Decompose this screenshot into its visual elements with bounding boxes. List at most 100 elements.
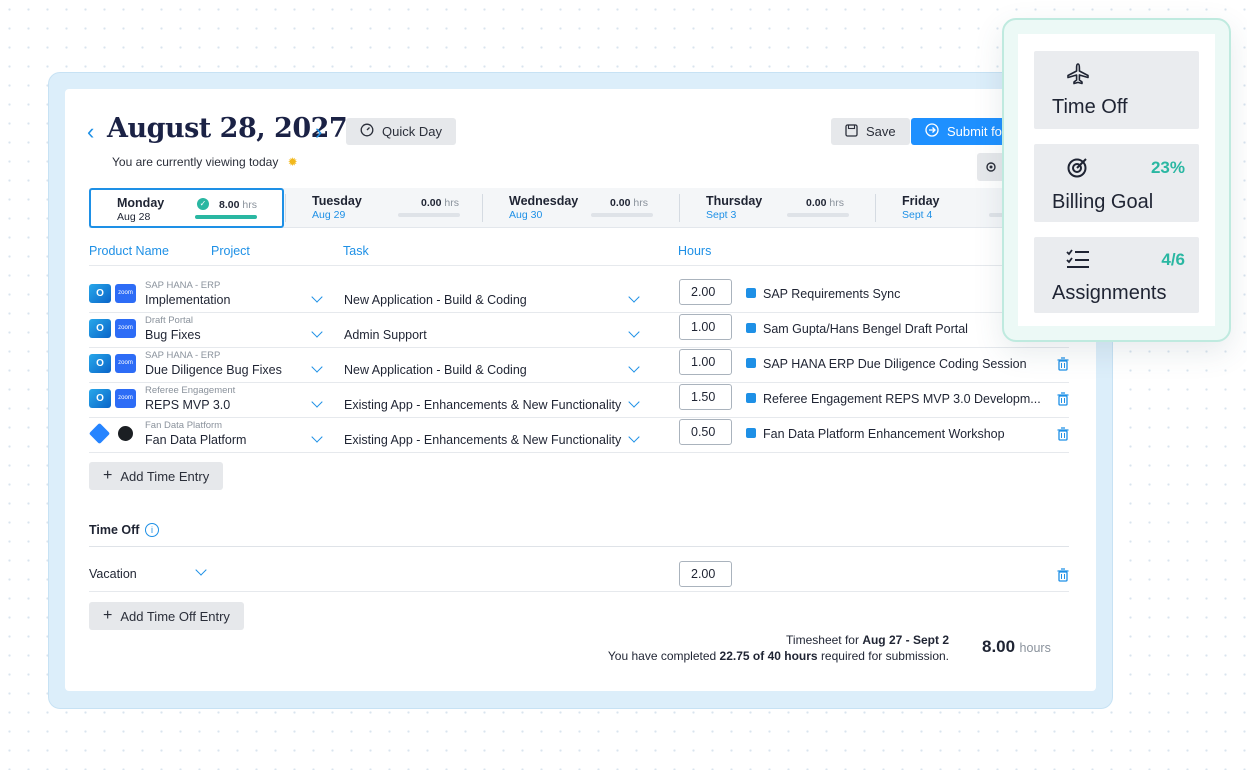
entry-note[interactable]: Referee Engagement REPS MVP 3.0 Developm… (763, 392, 1041, 406)
table-row: O zoom SAP HANA - ERP Due Diligence Bug … (89, 348, 1069, 383)
trash-icon[interactable] (1057, 357, 1069, 371)
chevron-down-icon[interactable] (311, 361, 323, 373)
assignments-tile[interactable]: 4/6 Assignments (1034, 237, 1199, 313)
hours-input[interactable]: 1.50 (679, 384, 732, 410)
chevron-down-icon[interactable] (195, 564, 207, 576)
task-select[interactable]: New Application - Build & Coding (344, 363, 527, 377)
quick-day-button[interactable]: Quick Day (346, 118, 456, 145)
add-time-entry-button[interactable]: + Add Time Entry (89, 462, 224, 490)
stats-panel: Time Off 23% Billing Goal 4/6 Assignment… (1002, 18, 1231, 342)
column-hours[interactable]: Hours (678, 244, 711, 258)
note-icon (746, 393, 756, 403)
hours-input[interactable]: 0.50 (679, 419, 732, 445)
day-tab-thursday[interactable]: Thursday Sept 3 0.00 hrs (680, 188, 875, 228)
table-row: Fan Data Platform Fan Data Platform Exis… (88, 418, 1069, 453)
day-progress (398, 213, 460, 217)
billing-goal-percent: 23% (1150, 158, 1185, 177)
billing-goal-tile[interactable]: 23% Billing Goal (1034, 144, 1199, 222)
chevron-down-icon[interactable] (628, 361, 640, 373)
column-product-name[interactable]: Product Name (89, 244, 169, 258)
hours-input[interactable]: 2.00 (679, 561, 732, 587)
day-progress (787, 213, 849, 217)
viewing-today-text: You are currently viewing today ✹ (112, 155, 298, 169)
chevron-down-icon[interactable] (311, 326, 323, 338)
outlook-icon: O (89, 284, 111, 303)
table-row: O zoom Referee Engagement REPS MVP 3.0 E… (89, 383, 1069, 418)
zoom-icon: zoom (115, 284, 136, 303)
floppy-icon (845, 123, 858, 140)
chevron-down-icon[interactable] (311, 431, 323, 443)
zoom-icon: zoom (115, 354, 136, 373)
project-select[interactable]: Bug Fixes (145, 328, 201, 342)
save-button[interactable]: Save (831, 118, 910, 145)
task-select[interactable]: Existing App - Enhancements & New Functi… (344, 433, 621, 447)
day-progress (195, 215, 257, 219)
github-icon (118, 426, 133, 441)
chevron-down-icon[interactable] (628, 431, 640, 443)
assignments-count: 4/6 (1161, 250, 1185, 269)
checklist-icon (1066, 249, 1090, 274)
check-circle-icon: ✓ (197, 198, 209, 210)
entry-note[interactable]: Sam Gupta/Hans Bengel Draft Portal (763, 322, 968, 336)
gear-icon (984, 160, 998, 179)
hours-input[interactable]: 1.00 (679, 349, 732, 375)
day-progress (591, 213, 653, 217)
project-select[interactable]: Due Diligence Bug Fixes (145, 363, 282, 377)
day-tabs: Monday Aug 28 ✓ 8.00 hrs Tuesday Aug 29 … (89, 188, 1096, 228)
task-select[interactable]: Admin Support (344, 328, 427, 342)
trash-icon[interactable] (1057, 392, 1069, 406)
project-select[interactable]: REPS MVP 3.0 (145, 398, 230, 412)
gauge-icon (360, 123, 374, 140)
time-off-tile[interactable]: Time Off (1034, 51, 1199, 129)
settings-button[interactable] (977, 153, 1005, 181)
note-icon (746, 428, 756, 438)
day-tab-tuesday[interactable]: Tuesday Aug 29 0.00 hrs (286, 188, 481, 228)
note-icon (746, 288, 756, 298)
task-select[interactable]: Existing App - Enhancements & New Functi… (344, 398, 621, 412)
hours-input[interactable]: 2.00 (679, 279, 732, 305)
arrow-circle-icon (925, 123, 939, 140)
column-project[interactable]: Project (211, 244, 250, 258)
plus-icon: + (103, 607, 113, 624)
column-task[interactable]: Task (343, 244, 369, 258)
project-select[interactable]: Fan Data Platform (145, 433, 246, 447)
sun-icon: ✹ (287, 155, 298, 169)
outlook-icon: O (89, 354, 111, 373)
note-icon (746, 358, 756, 368)
chevron-down-icon[interactable] (311, 396, 323, 408)
add-time-off-entry-button[interactable]: + Add Time Off Entry (89, 602, 244, 630)
entry-note[interactable]: Fan Data Platform Enhancement Workshop (763, 427, 1005, 441)
jira-icon (88, 422, 111, 445)
entry-note[interactable]: SAP Requirements Sync (763, 287, 900, 301)
hours-input[interactable]: 1.00 (679, 314, 732, 340)
day-tab-wednesday[interactable]: Wednesday Aug 30 0.00 hrs (483, 188, 678, 228)
entry-note[interactable]: SAP HANA ERP Due Diligence Coding Sessio… (763, 357, 1027, 371)
page-title: August 28, 2027 (107, 113, 348, 144)
zoom-icon: zoom (115, 319, 136, 338)
timesheet-summary: Timesheet for Aug 27 - Sept 2 You have c… (607, 633, 949, 663)
timesheet-card: ‹ August 28, 2027 › Quick Day You are cu… (65, 89, 1096, 691)
project-select[interactable]: Implementation (145, 293, 230, 307)
chevron-down-icon[interactable] (628, 396, 640, 408)
table-row: O zoom SAP HANA - ERP Implementation New… (89, 278, 1069, 313)
zoom-icon: zoom (115, 389, 136, 408)
trash-icon[interactable] (1057, 427, 1069, 441)
outlook-icon: O (89, 319, 111, 338)
total-hours: 8.00 hours (982, 637, 1051, 656)
task-select[interactable]: New Application - Build & Coding (344, 293, 527, 307)
outlook-icon: O (89, 389, 111, 408)
prev-day-chevron-icon[interactable]: ‹ (87, 121, 94, 143)
trash-icon[interactable] (1057, 568, 1069, 582)
day-tab-monday[interactable]: Monday Aug 28 ✓ 8.00 hrs (89, 188, 284, 228)
next-day-chevron-icon[interactable]: › (315, 121, 322, 143)
time-off-type-select[interactable]: Vacation (89, 567, 137, 581)
info-icon[interactable]: i (145, 523, 159, 537)
target-icon (1067, 156, 1089, 183)
time-off-heading: Time Off (89, 523, 140, 537)
chevron-down-icon[interactable] (628, 326, 640, 338)
time-off-row: Vacation 2.00 (89, 556, 1069, 592)
plus-icon: + (103, 467, 113, 484)
chevron-down-icon[interactable] (628, 291, 640, 303)
note-icon (746, 323, 756, 333)
chevron-down-icon[interactable] (311, 291, 323, 303)
